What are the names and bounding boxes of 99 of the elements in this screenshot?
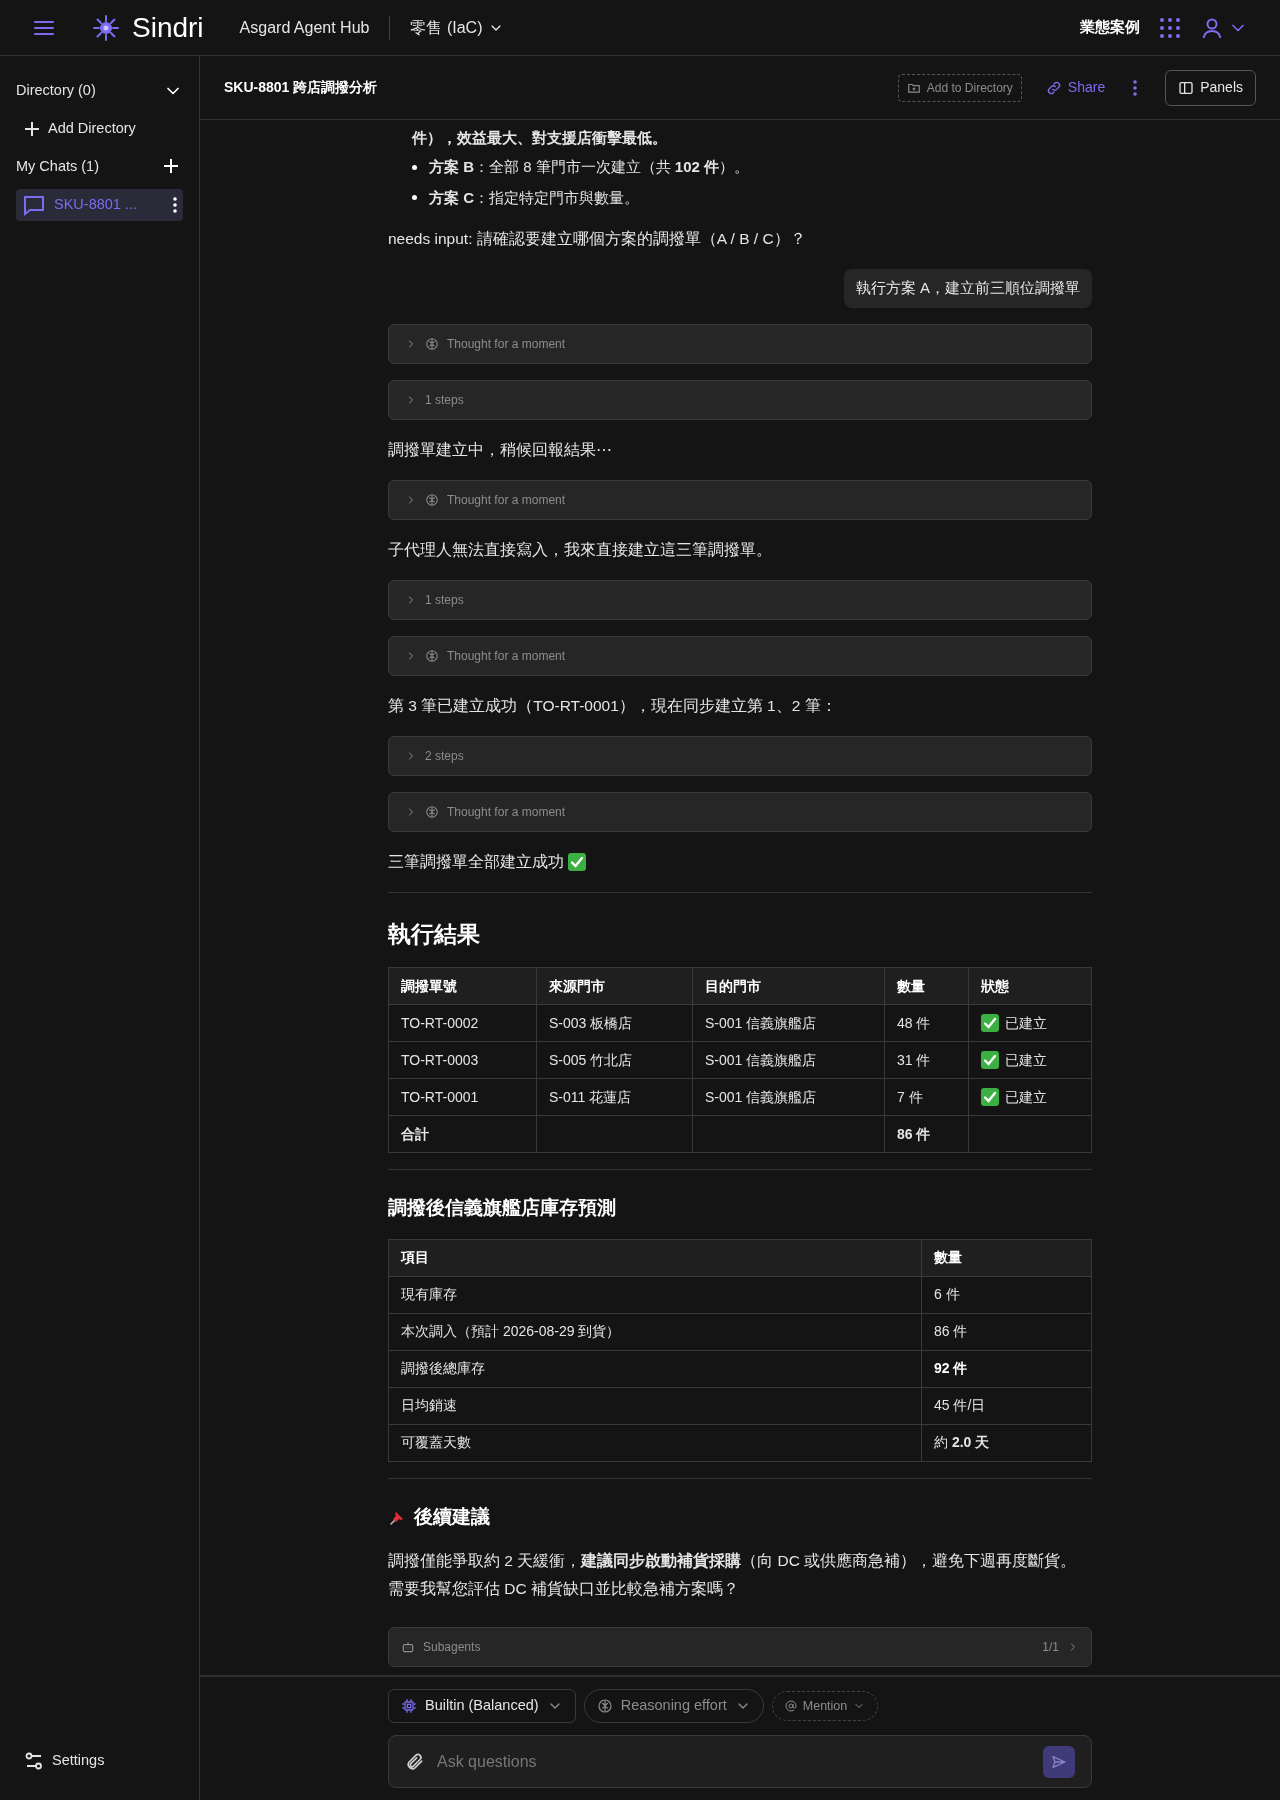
cases-link[interactable]: 業態案例 <box>1080 16 1140 39</box>
table-cell: 31 件 <box>884 1041 969 1079</box>
brain-icon <box>425 492 439 507</box>
panels-button[interactable]: Panels <box>1165 69 1256 106</box>
chip-icon <box>401 1698 417 1714</box>
bullet-icon <box>412 195 417 201</box>
table-cell: 約 2.0 天 <box>921 1424 1092 1461</box>
brain-icon <box>425 804 439 819</box>
link-icon <box>1045 79 1062 96</box>
collapsible-row[interactable]: 1 steps <box>388 579 1092 620</box>
collapsible-row[interactable]: Thought for a moment <box>388 479 1092 520</box>
collapsible-row[interactable]: Thought for a moment <box>388 323 1092 364</box>
model-dropdown[interactable]: Builtin (Balanced) <box>388 1689 576 1723</box>
bullet-text: 方案 B：全部 8 筆門市一次建立（共 102 件）。 <box>429 157 750 177</box>
apps-grid-icon[interactable] <box>1160 17 1180 38</box>
table-cell: 48 件 <box>884 1004 969 1042</box>
send-icon <box>1051 1753 1067 1770</box>
check-icon <box>981 1051 999 1069</box>
panel-icon <box>1178 79 1195 96</box>
subagents-label: Subagents <box>423 1639 482 1656</box>
collapsible-row[interactable]: Thought for a moment <box>388 635 1092 676</box>
table-cell: TO-RT-0003 <box>388 1041 537 1079</box>
check-icon <box>981 1014 999 1032</box>
table-cell: 6 件 <box>921 1276 1092 1313</box>
table-cell: 92 件 <box>921 1350 1092 1387</box>
section-heading: 執行結果 <box>388 919 481 949</box>
table-cell: 本次調入（預計 2026-08-29 到貨） <box>388 1313 922 1350</box>
message-input[interactable]: Ask questions <box>437 1749 1031 1774</box>
chat-title: SKU-8801 跨店調撥分析 <box>224 78 379 97</box>
table-cell: 86 件 <box>884 1115 969 1153</box>
status-text: 已建立 <box>1005 1050 1047 1070</box>
message-text: 子代理人無法直接寫入，我來直接建立這三筆調撥單。 <box>388 539 772 560</box>
status-text: 已建立 <box>1005 1087 1047 1107</box>
chat-bubble-icon <box>22 193 46 218</box>
chat-item[interactable]: SKU-8801 ... <box>16 189 183 222</box>
message-text: 第 3 筆已建立成功（TO-RT-0001），現在同步建立第 1、2 筆： <box>388 695 837 716</box>
table-cell: TO-RT-0002 <box>388 1004 537 1042</box>
robot-icon <box>401 1640 415 1654</box>
at-sign-icon <box>784 1700 797 1712</box>
table-cell: S-011 花蓮店 <box>536 1078 693 1116</box>
logo-icon <box>92 13 120 42</box>
table-cell: TO-RT-0001 <box>388 1078 537 1116</box>
more-icon[interactable] <box>173 197 177 214</box>
brand-name: Sindri <box>132 10 204 45</box>
table-cell: S-003 板橋店 <box>536 1004 693 1042</box>
message-text: 件），效益最大、對支援店衝擊最低。 <box>410 128 668 148</box>
table-cell: 45 件/日 <box>921 1387 1092 1424</box>
brain-icon <box>596 1698 613 1714</box>
table-cell: S-001 信義旗艦店 <box>692 1004 885 1042</box>
collapsible-row[interactable]: Thought for a moment <box>388 791 1092 832</box>
settings-icon <box>24 1751 44 1772</box>
column-header: 數量 <box>921 1239 1092 1276</box>
message-field[interactable]: Ask questions <box>388 1735 1092 1788</box>
column-header: 目的門市 <box>692 967 885 1005</box>
message-text: 三筆調撥單全部建立成功 <box>388 851 564 872</box>
hub-name: Asgard Agent Hub <box>239 17 370 38</box>
table-cell: 86 件 <box>921 1313 1092 1350</box>
table-cell: S-001 信義旗艦店 <box>692 1078 885 1116</box>
add-to-directory-button[interactable]: Add to Directory <box>897 73 1022 102</box>
collapsible-row[interactable]: 1 steps <box>388 379 1092 420</box>
subagents-bar[interactable]: Subagents 1/1 <box>388 1627 1092 1667</box>
brain-icon <box>425 648 439 663</box>
table-cell: 7 件 <box>884 1078 969 1116</box>
user-message: 執行方案 A，建立前三順位調撥單 <box>843 269 1092 308</box>
bullet-text: 方案 C：指定特定門市與數量。 <box>429 187 639 208</box>
subagents-count: 1/1 <box>1042 1639 1059 1656</box>
section-heading: 調撥後信義旗艦店庫存預測 <box>388 1196 616 1220</box>
table-cell: 調撥後總庫存 <box>388 1350 922 1387</box>
table-cell: 現有庫存 <box>388 1276 922 1313</box>
column-header: 調撥單號 <box>388 967 537 1005</box>
table-cell: 可覆蓋天數 <box>388 1424 922 1461</box>
check-icon <box>981 1088 999 1106</box>
message-text: needs input: 請確認要建立哪個方案的調撥單（A / B / C）？ <box>388 229 806 249</box>
status-text: 已建立 <box>1005 1013 1047 1033</box>
share-button[interactable]: Share <box>1045 77 1106 98</box>
table-cell: S-005 竹北店 <box>536 1041 693 1079</box>
chats-label: My Chats (1) <box>16 156 99 176</box>
column-header: 數量 <box>884 967 969 1005</box>
directory-label: Directory (0) <box>16 81 96 100</box>
message-text: 調撥僅能爭取約 2 天緩衝，建議同步啟動補貨採購（向 DC 或供應商急補），避免下週再度斷貨。需要我幫您評估 DC 補貨缺口並比較急補方案嗎？ <box>388 1551 1078 1599</box>
table-cell: 日均銷速 <box>388 1387 922 1424</box>
table-cell: 合計 <box>388 1115 537 1153</box>
collapsible-row[interactable]: 2 steps <box>388 735 1092 776</box>
column-header: 項目 <box>388 1239 922 1276</box>
column-header: 來源門市 <box>536 967 693 1005</box>
message-text: 調撥單建立中，稍候回報結果⋯ <box>388 439 612 460</box>
add-directory-button[interactable]: Add Directory <box>24 117 183 140</box>
plus-icon <box>24 120 40 137</box>
column-header: 狀態 <box>968 967 1092 1005</box>
brain-icon <box>425 336 439 351</box>
bullet-icon <box>412 164 417 170</box>
settings-button[interactable]: Settings <box>24 1750 183 1772</box>
paperclip-icon[interactable] <box>405 1751 425 1772</box>
table-cell: S-001 信義旗艦店 <box>692 1041 885 1079</box>
chat-title: SKU-8801 ... <box>54 195 138 215</box>
plus-icon[interactable] <box>163 158 179 175</box>
workspace-dropdown[interactable]: 零售 (IaC) <box>410 15 505 40</box>
section-heading: 後續建議 <box>414 1504 490 1529</box>
send-button[interactable] <box>1043 1745 1075 1778</box>
